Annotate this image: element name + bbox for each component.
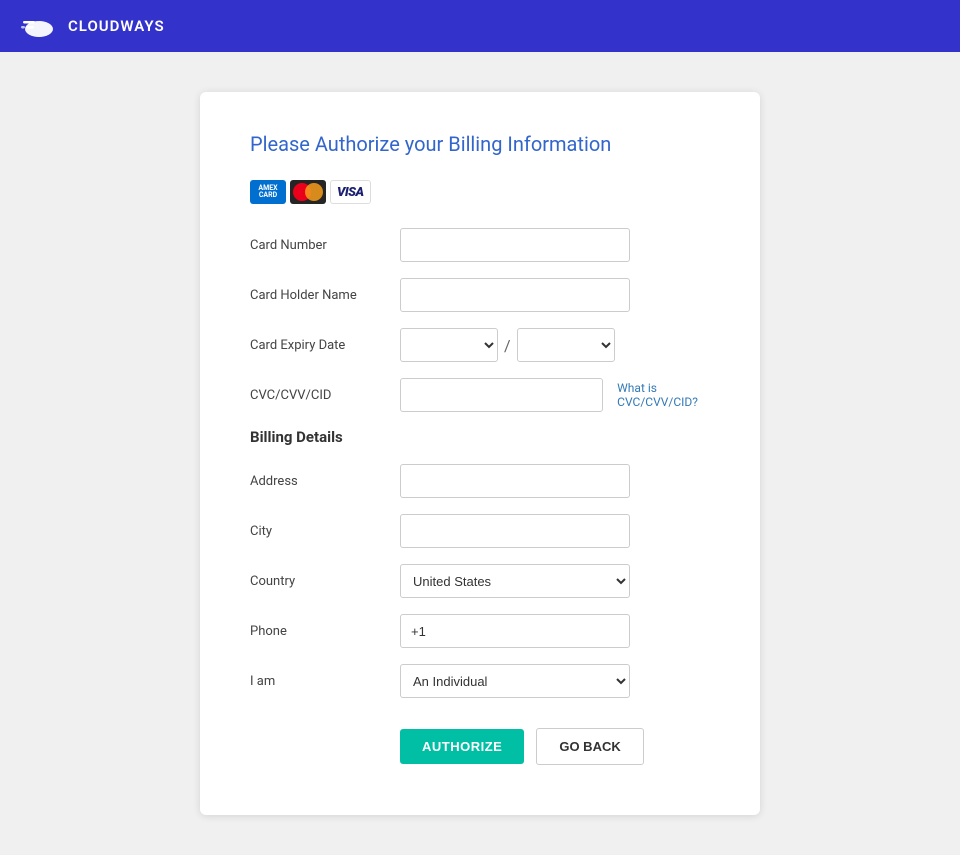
phone-label: Phone <box>250 624 400 639</box>
page-title: Please Authorize your Billing Informatio… <box>250 132 710 156</box>
city-input[interactable] <box>400 514 630 548</box>
visa-label: VISA <box>337 185 364 200</box>
header: CLOUDWAYS <box>0 0 960 52</box>
address-label: Address <box>250 474 400 489</box>
card-holder-label: Card Holder Name <box>250 288 400 303</box>
billing-section-title: Billing Details <box>250 428 710 446</box>
mastercard-icon <box>290 180 326 204</box>
expiry-month-select[interactable]: 01 02 03 04 05 06 07 08 09 10 11 12 <box>400 328 498 362</box>
country-group: Country United States United Kingdom Can… <box>250 564 710 598</box>
country-label: Country <box>250 574 400 589</box>
cvc-group: CVC/CVV/CID What is CVC/CVV/CID? <box>250 378 710 412</box>
expiry-year-select[interactable]: 2024 2025 2026 2027 2028 2029 2030 <box>517 328 615 362</box>
card-number-label: Card Number <box>250 238 400 253</box>
address-group: Address <box>250 464 710 498</box>
country-select[interactable]: United States United Kingdom Canada Aust… <box>400 564 630 598</box>
card-number-group: Card Number <box>250 228 710 262</box>
card-holder-input[interactable] <box>400 278 630 312</box>
i-am-group: I am An Individual A Business <box>250 664 710 698</box>
phone-input[interactable] <box>400 614 630 648</box>
header-title: CLOUDWAYS <box>68 17 165 35</box>
cvc-help-link[interactable]: What is CVC/CVV/CID? <box>617 381 725 409</box>
address-input[interactable] <box>400 464 630 498</box>
expiry-selects: 01 02 03 04 05 06 07 08 09 10 11 12 / 20… <box>400 328 615 362</box>
card-number-input[interactable] <box>400 228 630 262</box>
city-label: City <box>250 524 400 539</box>
cloudways-logo-icon <box>20 13 58 39</box>
button-row: AUTHORIZE GO BACK <box>400 728 710 765</box>
billing-card: Please Authorize your Billing Informatio… <box>200 92 760 815</box>
i-am-select[interactable]: An Individual A Business <box>400 664 630 698</box>
main-content: Please Authorize your Billing Informatio… <box>0 52 960 855</box>
card-expiry-group: Card Expiry Date 01 02 03 04 05 06 07 08… <box>250 328 710 362</box>
amex-label: AMEXCARD <box>258 185 277 199</box>
expiry-separator: / <box>504 336 511 355</box>
visa-icon: VISA <box>330 180 371 204</box>
amex-icon: AMEXCARD <box>250 180 286 204</box>
i-am-label: I am <box>250 674 400 689</box>
card-holder-group: Card Holder Name <box>250 278 710 312</box>
logo: CLOUDWAYS <box>20 13 165 39</box>
phone-group: Phone <box>250 614 710 648</box>
goback-button[interactable]: GO BACK <box>536 728 643 765</box>
city-group: City <box>250 514 710 548</box>
cvc-label: CVC/CVV/CID <box>250 388 400 403</box>
card-expiry-label: Card Expiry Date <box>250 338 400 353</box>
cvc-row: What is CVC/CVV/CID? <box>400 378 725 412</box>
authorize-button[interactable]: AUTHORIZE <box>400 729 524 764</box>
cvc-input[interactable] <box>400 378 603 412</box>
card-brands: AMEXCARD VISA <box>250 180 710 204</box>
mc-circle-right <box>305 183 323 201</box>
